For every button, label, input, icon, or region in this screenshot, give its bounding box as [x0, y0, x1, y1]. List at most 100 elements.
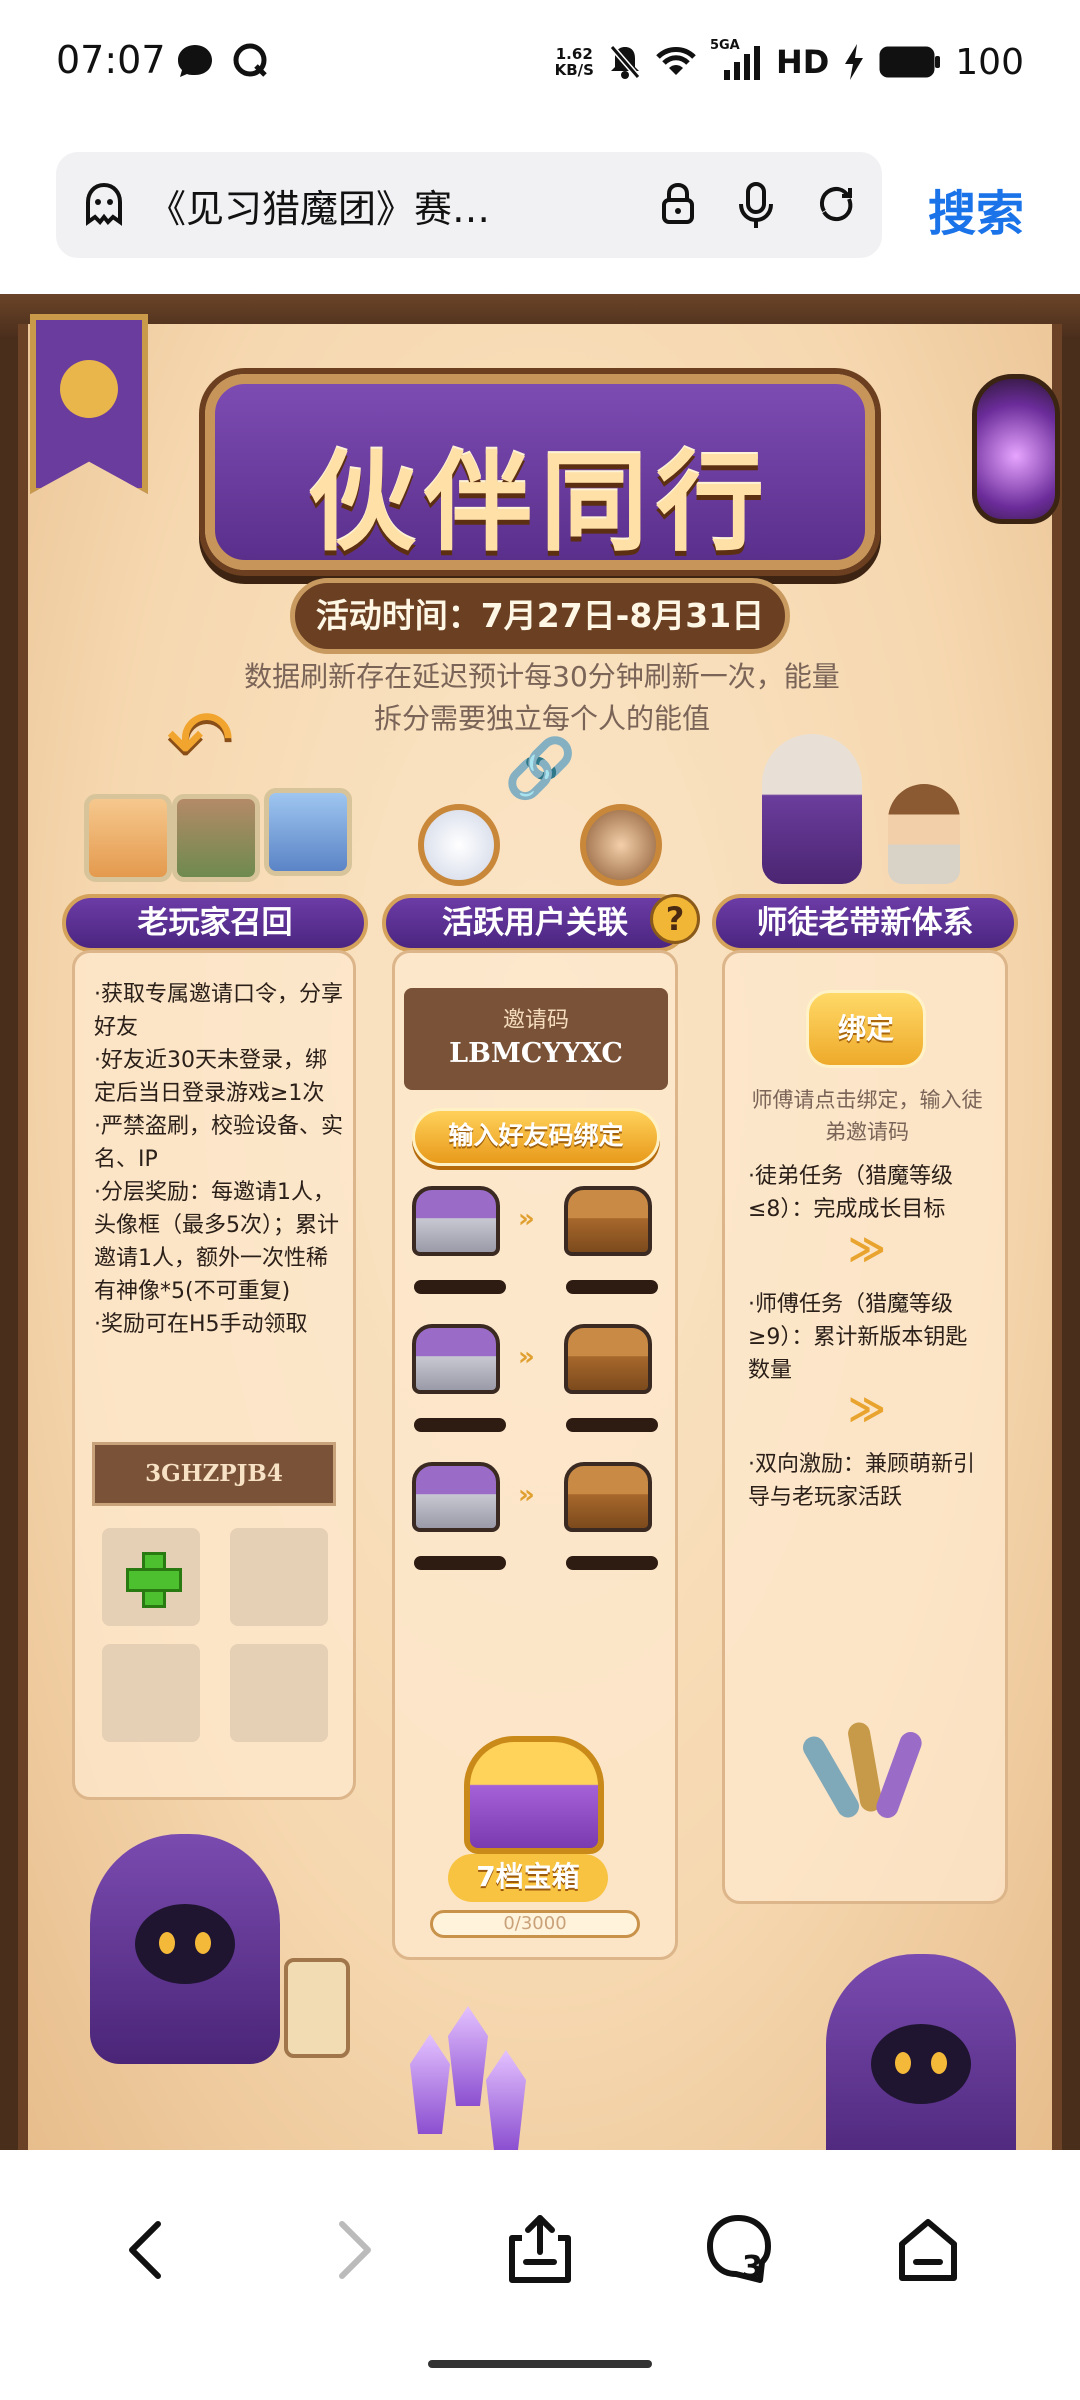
purple-chest-icon[interactable] [412, 1324, 500, 1394]
imp-eye [895, 2052, 911, 2074]
net-speed-value: 1.62 [555, 45, 593, 63]
gold-chest-icon[interactable] [564, 1462, 652, 1532]
status-right: 1.62 KB/S 5GA HD 100 [555, 38, 1024, 86]
share-icon[interactable] [500, 2210, 580, 2290]
back-icon[interactable] [110, 2210, 190, 2290]
chevron-down-icon: ≫ [848, 1229, 886, 1270]
hooded-imp-left-icon [90, 1834, 280, 2064]
invite-code-label: 邀请码 [502, 1008, 569, 1033]
invite-code-value[interactable]: LBMCYYXC [404, 1038, 668, 1069]
title-plaque: 伙伴同行 [205, 374, 875, 570]
chest-progress: 0/3000 [430, 1910, 640, 1938]
battery-level: 100 [955, 41, 1024, 83]
game-page: 伙伴同行 活动时间：7月27日-8月31日 数据刷新存在延迟预计每30分钟刷新一… [0, 294, 1080, 2150]
purple-chest-icon[interactable] [412, 1186, 500, 1256]
chevron-down-icon: ≫ [848, 1389, 886, 1430]
rule-item: ·获取专属邀请口令，分享好友 [94, 982, 343, 1040]
forward-icon[interactable] [310, 2210, 390, 2290]
chest-progress-bar [414, 1418, 506, 1432]
mentor-task: ·师傅任务（猎魔等级≥9）：累计新版本钥匙数量 [748, 1292, 968, 1383]
battery-icon [879, 46, 941, 78]
home-indicator[interactable] [428, 2360, 652, 2368]
chat-bubble-icon [178, 45, 212, 77]
friend-slot[interactable] [102, 1644, 200, 1742]
event-time: 活动时间：7月27日-8月31日 [290, 578, 790, 654]
section-title-active-link: 活跃用户关联 [382, 894, 688, 952]
search-button[interactable]: 搜索 [928, 174, 1024, 244]
scroll-icon [284, 1958, 350, 2058]
rule-item: ·分层奖励：每邀请1人，头像框（最多5次）；累计邀请1人，额外一次性稀有神像*5… [94, 1180, 339, 1304]
purple-chest-icon[interactable] [412, 1462, 500, 1532]
chest-progress-bar [566, 1280, 658, 1294]
key-icon [873, 1728, 925, 1822]
lantern-icon [972, 374, 1060, 524]
shiba-card-icon [84, 794, 172, 882]
help-icon[interactable]: ? [650, 894, 700, 944]
monkey-card-icon [172, 794, 260, 882]
refresh-icon[interactable] [816, 182, 856, 226]
progress-text: 0/3000 [503, 1913, 567, 1934]
refresh-notice: 数据刷新存在延迟预计每30分钟刷新一次，能量拆分需要独立每个人的能值 [244, 660, 840, 735]
q-logo-icon [233, 43, 267, 77]
friend-slot[interactable] [230, 1644, 328, 1742]
net-speed-unit: KB/S [554, 61, 594, 79]
tabs-button[interactable]: 3 [700, 2210, 780, 2290]
arrow-right-icon: » [518, 1342, 535, 1372]
charging-icon [845, 44, 864, 80]
imp-face [871, 2024, 971, 2104]
mentor-hint: 师傅请点击绑定，输入徒弟邀请码 [751, 1088, 983, 1144]
invite-code-box[interactable]: 邀请码 LBMCYYXC [404, 988, 668, 1090]
arrow-right-icon: » [518, 1480, 535, 1510]
my-invite-code[interactable]: 3GHZPJB4 [92, 1442, 336, 1506]
returning-rules: ·获取专属邀请口令，分享好友 ·好友近30天未登录，绑定后当日登录游戏≥1次 ·… [94, 978, 344, 1341]
imp-eye [931, 2052, 947, 2074]
hooded-imp-right-icon [826, 1954, 1016, 2150]
friend-slot[interactable] [230, 1528, 328, 1626]
rule-item: ·严禁盗刷，校验设备、实名、IP [94, 1114, 343, 1172]
add-friend-slot[interactable] [102, 1528, 200, 1626]
gold-chest-icon[interactable] [564, 1324, 652, 1394]
imp-eye [159, 1932, 175, 1954]
status-time: 07:07 [56, 38, 166, 82]
section-title-mentor: 师徒老带新体系 [712, 894, 1018, 952]
seven-tier-chest-label: 7档宝箱 [448, 1854, 608, 1902]
dragon-card-icon [264, 788, 352, 876]
status-bar: 07:07 1.62 KB/S 5GA HD 100 [0, 0, 1080, 125]
page-title[interactable]: 《见习猎魔团》赛… [148, 178, 608, 233]
tabs-icon[interactable] [700, 2210, 780, 2290]
page-title-banner: 伙伴同行 [307, 441, 772, 566]
apprentice-boy-icon [888, 784, 960, 884]
signal-icon: 5GA [710, 38, 762, 82]
chest-progress-bar [566, 1556, 658, 1570]
net-speed: 1.62 KB/S [555, 46, 594, 78]
apprentice-task: ·徒弟任务（猎魔等级≤8）：完成成长目标 [748, 1164, 953, 1222]
rule-item: ·好友近30天未登录，绑定后当日登录游戏≥1次 [94, 1048, 327, 1106]
address-bar[interactable]: 《见习猎魔团》赛… [56, 152, 882, 258]
wifi-icon [656, 47, 696, 75]
enter-friend-code-button[interactable]: 输入好友码绑定 [412, 1108, 660, 1166]
chest-progress-bar [414, 1556, 506, 1570]
lock-icon[interactable] [660, 182, 696, 226]
dual-incentive: ·双向激励：兼顾萌新引导与老玩家活跃 [748, 1452, 975, 1510]
gold-chest-icon[interactable] [564, 1186, 652, 1256]
home-icon[interactable] [888, 2210, 968, 2290]
imp-face [135, 1904, 235, 1984]
return-arrow-icon[interactable]: ↶ [166, 700, 235, 782]
keys-icon [798, 1720, 940, 1832]
section-title-returning: 老玩家召回 [62, 894, 368, 952]
chest-progress-bar [414, 1280, 506, 1294]
plus-icon[interactable] [126, 1552, 182, 1608]
bottom-nav: 3 [0, 2150, 1080, 2400]
arrow-right-icon: » [518, 1204, 535, 1234]
paw-icon [60, 360, 118, 418]
rule-item: ·奖励可在H5手动领取 [94, 1312, 308, 1337]
tab-count: 3 [742, 2250, 763, 2285]
bind-button[interactable]: 绑定 [806, 990, 926, 1068]
ghost-icon[interactable] [84, 182, 124, 226]
hd-label: HD [775, 43, 830, 81]
mute-icon [609, 45, 641, 79]
imp-eye [195, 1932, 211, 1954]
link-icon: 🔗 [504, 734, 577, 802]
big-treasure-chest-icon[interactable] [464, 1736, 604, 1854]
mic-icon[interactable] [738, 182, 774, 230]
